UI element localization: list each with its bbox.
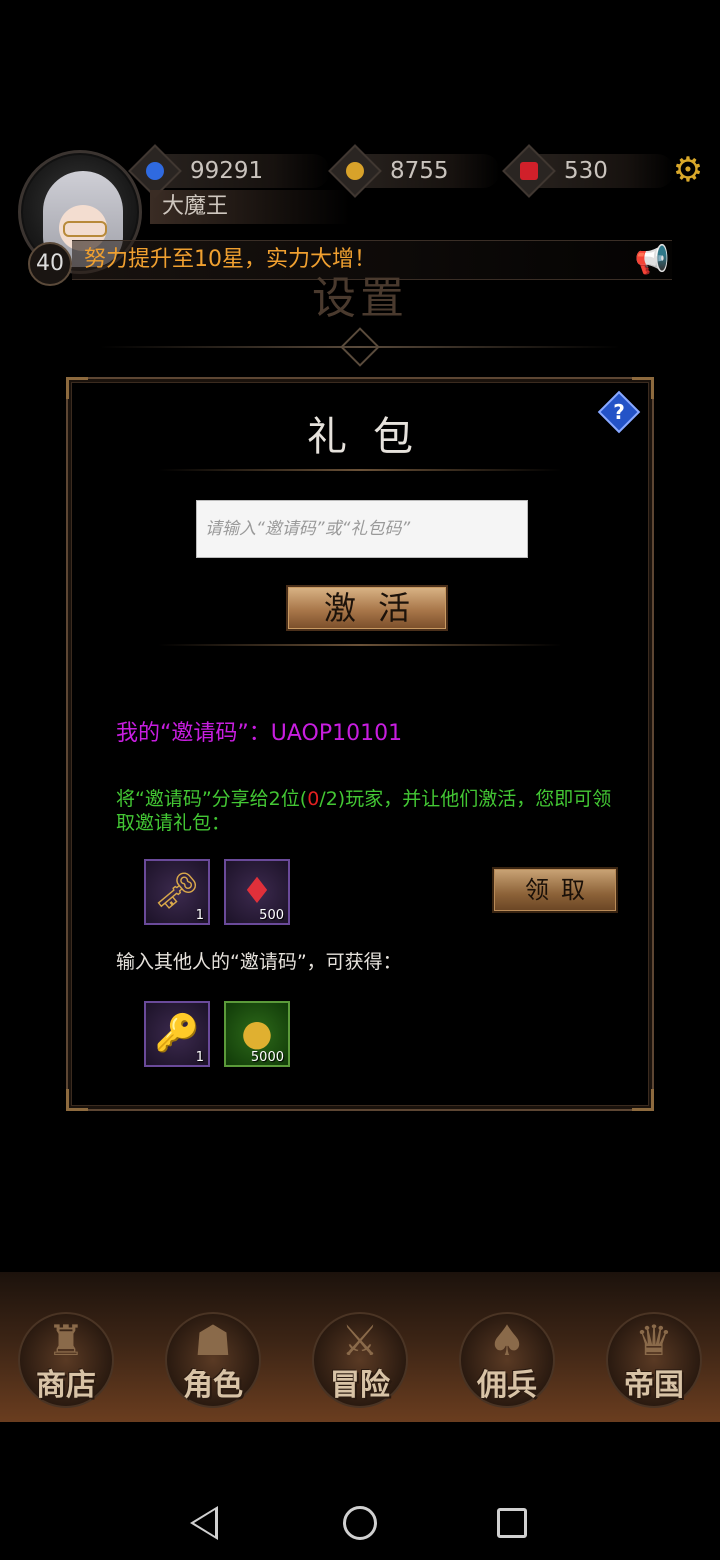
question-icon: ?	[613, 400, 625, 424]
activate-button[interactable]: 激活	[286, 585, 448, 631]
mana-value: 99291	[190, 158, 264, 184]
mana-counter[interactable]: 99291	[128, 144, 330, 198]
gear-icon[interactable]: ⚙	[670, 152, 706, 188]
ruby-icon	[502, 144, 556, 198]
reward-gold[interactable]: ● 5000	[224, 1001, 290, 1067]
panel-corner	[66, 1089, 88, 1111]
divider	[158, 469, 562, 471]
panel-title: 礼包	[307, 414, 439, 460]
gold-counter[interactable]: 8755	[328, 144, 500, 198]
ruby-value: 530	[564, 158, 608, 184]
swords-glyph: ⚔	[341, 1316, 379, 1365]
nav-mercenary[interactable]: ♠ 佣兵	[457, 1308, 557, 1412]
nav-label: 帝国	[624, 1368, 684, 1403]
nav-shop[interactable]: ♜ 商店	[16, 1308, 116, 1412]
bottom-nav: ♜ 商店 ☗ 角色 ⚔ 冒险 ♠ 佣兵 ♛ 帝国	[0, 1272, 720, 1422]
title-ornament-icon	[340, 327, 380, 367]
ruby-counter[interactable]: 530	[502, 144, 674, 198]
nav-character[interactable]: ☗ 角色	[163, 1308, 263, 1412]
system-nav-bar	[0, 1422, 720, 1560]
code-input[interactable]	[196, 500, 528, 558]
reward-key[interactable]: 🔑 1	[144, 1001, 210, 1067]
reward-qty: 1	[195, 908, 204, 923]
reward-qty: 1	[195, 1050, 204, 1065]
reward-qty: 500	[259, 908, 284, 923]
nav-label: 冒险	[330, 1368, 390, 1403]
panel-corner	[632, 377, 654, 399]
panel-corner	[66, 377, 88, 399]
gift-panel: 礼包 ? 激活 我的“邀请码”：UAOP10101 将“邀请码”分享给2位(0/…	[66, 377, 654, 1111]
reward-qty: 5000	[250, 1050, 284, 1065]
reward-ruby[interactable]: ♦ 500	[224, 859, 290, 925]
gold-value: 8755	[390, 158, 449, 184]
recent-apps-icon[interactable]	[497, 1508, 527, 1538]
nav-adventure[interactable]: ⚔ 冒险	[310, 1308, 410, 1412]
claim-button[interactable]: 领取	[492, 867, 618, 913]
invite-progress: 0	[307, 788, 320, 810]
panel-corner	[632, 1089, 654, 1111]
nav-label: 佣兵	[477, 1368, 537, 1403]
share-instructions: 将“邀请码”分享给2位(0/2)玩家，并让他们激活，您即可领取邀请礼包：	[116, 787, 616, 835]
hood-glyph: ☗	[194, 1316, 232, 1365]
reward-keys[interactable]: 🗝 1	[144, 859, 210, 925]
home-icon[interactable]	[343, 1506, 377, 1540]
page-title: 设置	[312, 273, 408, 324]
my-invite-code: 我的“邀请码”：UAOP10101	[116, 721, 403, 746]
castle-glyph: ♜	[47, 1316, 85, 1365]
nav-empire[interactable]: ♛ 帝国	[604, 1308, 704, 1412]
nav-label: 商店	[36, 1368, 96, 1403]
crown-glyph: ♛	[635, 1316, 673, 1365]
cards-glyph: ♠	[488, 1316, 526, 1365]
share-text-before: 将“邀请码”分享给2位(	[116, 788, 308, 810]
others-code-instructions: 输入其他人的“邀请码”，可获得：	[116, 951, 402, 973]
back-icon[interactable]	[190, 1506, 218, 1540]
nav-label: 角色	[183, 1368, 243, 1403]
divider	[158, 644, 562, 646]
player-name: 大魔王	[150, 190, 350, 224]
